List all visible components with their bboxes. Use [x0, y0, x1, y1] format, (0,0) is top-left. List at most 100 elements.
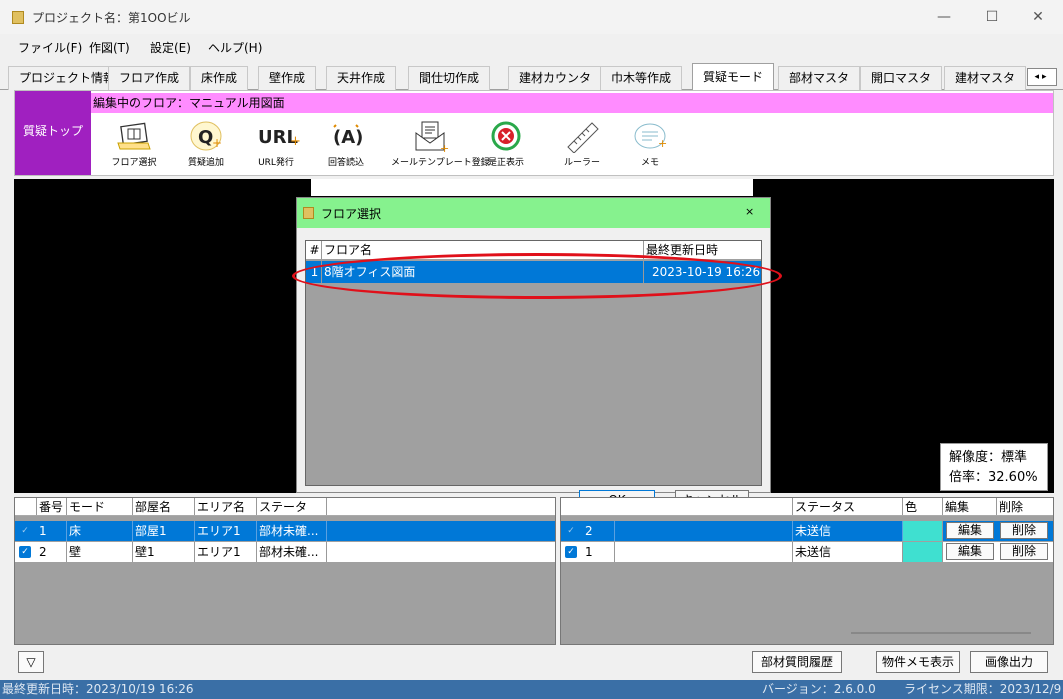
dialog-title: フロア選択: [321, 207, 382, 221]
row-checkbox[interactable]: ✓: [19, 525, 31, 537]
delete-button[interactable]: 削除: [1000, 522, 1048, 539]
floor-banner: 編集中のフロア：マニュアル用図面: [91, 93, 1053, 113]
row-room: 部屋1: [133, 521, 195, 541]
tool-label: フロア選択: [111, 158, 157, 168]
tab-wall[interactable]: 壁作成: [258, 66, 317, 90]
tab-floor-surface[interactable]: 床作成: [190, 66, 249, 90]
row-mode: 床: [67, 521, 133, 541]
row-no: 1: [583, 542, 615, 562]
col-delete: 削除: [999, 500, 1024, 514]
correction-display-tool[interactable]: 是正表示: [467, 117, 545, 175]
answer-load-icon: (A): [326, 119, 366, 153]
tool-label: メールテンプレート登録: [391, 158, 490, 168]
last-updated: 最終更新日時：2023/10/19 16:26: [2, 682, 194, 696]
tool-label: メモ: [640, 158, 659, 168]
edit-button[interactable]: 編集: [946, 543, 994, 560]
memo-tool[interactable]: + メモ: [611, 117, 689, 175]
table-row[interactable]: ✓ 1 床 部屋1 エリア1 部材未確...: [15, 521, 555, 541]
dialog-title-bar: フロア選択 ×: [297, 198, 770, 228]
row-checkbox[interactable]: ✓: [565, 525, 577, 537]
menu-draw[interactable]: 作図(T): [89, 39, 130, 56]
image-output-button[interactable]: 画像出力: [970, 651, 1048, 673]
col-area: エリア名: [195, 498, 257, 515]
col-no: 番号: [37, 498, 67, 515]
tab-floor-create[interactable]: フロア作成: [108, 66, 191, 90]
correction-display-icon: [486, 119, 526, 153]
right-table-header: ステータス 色 編集 削除: [561, 498, 1053, 516]
mail-template-tool[interactable]: + メールテンプレート登録: [391, 117, 490, 175]
question-add-tool[interactable]: Q + 質疑追加: [167, 117, 245, 175]
scale-label: 倍率：32.60%: [949, 470, 1038, 485]
svg-text:+: +: [290, 134, 300, 149]
qa-top-button[interactable]: 質疑トップ: [15, 91, 91, 175]
mail-template-icon: +: [410, 119, 450, 155]
menu-help[interactable]: ヘルプ(H): [208, 39, 262, 56]
tab-baseboard[interactable]: 巾木等作成: [600, 66, 683, 90]
row-color-swatch: [903, 542, 943, 562]
row-checkbox[interactable]: ✓: [565, 546, 577, 558]
row-spacer: [615, 521, 793, 541]
delete-button[interactable]: 削除: [1000, 543, 1048, 560]
tab-scroll-arrows[interactable]: ◂▸: [1027, 68, 1057, 86]
col-room: 部屋名: [133, 498, 195, 515]
answer-load-tool[interactable]: (A) 回答読込: [307, 117, 385, 175]
floor-select-dialog: フロア選択 × # フロア名 最終更新日時 1 8階オフィス図面 2023-10…: [296, 197, 771, 510]
col-mode: モード: [67, 498, 133, 515]
ruler-tool[interactable]: ルーラー: [543, 117, 621, 175]
url-issue-tool[interactable]: URL + URL発行: [237, 117, 315, 175]
close-button[interactable]: ✕: [1015, 0, 1061, 34]
tab-partition[interactable]: 間仕切作成: [408, 66, 491, 90]
table-row[interactable]: ✓ 1 未送信 編集 削除: [561, 542, 1053, 562]
url-issue-icon: URL +: [256, 119, 301, 153]
col-edit: 編集: [943, 498, 997, 515]
horizontal-scrollbar[interactable]: [851, 632, 1031, 634]
maximize-button[interactable]: ☐: [969, 0, 1015, 34]
svg-text:(A): (A): [333, 127, 363, 148]
dialog-close-button[interactable]: ×: [745, 205, 754, 218]
table-row[interactable]: ✓ 2 未送信 編集 削除: [561, 521, 1053, 541]
property-memo-button[interactable]: 物件メモ表示: [876, 651, 960, 673]
tab-part-master[interactable]: 部材マスタ: [778, 66, 861, 90]
floor-select-tool[interactable]: フロア選択: [95, 117, 173, 175]
tab-material-master[interactable]: 建材マスタ: [944, 66, 1027, 90]
col-number: #: [306, 241, 322, 259]
minimize-button[interactable]: —: [921, 0, 967, 34]
tab-ceiling[interactable]: 天井作成: [326, 66, 397, 90]
menu-file[interactable]: ファイル(F): [18, 39, 82, 56]
svg-text:+: +: [212, 136, 222, 150]
col-color: 色: [903, 498, 943, 515]
tab-bar: プロジェクト情報 フロア作成 床作成 壁作成 天井作成 間仕切作成 建材カウンタ…: [0, 62, 1063, 91]
edit-button[interactable]: 編集: [946, 522, 994, 539]
app-icon: [12, 11, 24, 24]
material-question-history-button[interactable]: 部材質問履歴: [752, 651, 842, 673]
qa-list-right: ステータス 色 編集 削除 ✓ 2 未送信 編集 削除 ✓ 1 未送信 編集 削…: [560, 497, 1054, 645]
resolution-label: 解像度：標準: [949, 450, 1028, 465]
col-status: ステータ: [257, 498, 327, 515]
license-expiry: ライセンス期限：2023/12/9 ...: [904, 682, 1063, 696]
menu-settings[interactable]: 設定(E): [150, 39, 191, 56]
tab-material-counter[interactable]: 建材カウンタ: [508, 66, 603, 90]
qa-list-left: 番号 モード 部屋名 エリア名 ステータ ✓ 1 床 部屋1 エリア1 部材未確…: [14, 497, 556, 645]
col-status: ステータス: [793, 498, 903, 515]
row-no: 2: [583, 521, 615, 541]
version: バージョン：2.6.0.0: [762, 682, 876, 696]
tab-opening-master[interactable]: 開口マスタ: [860, 66, 943, 90]
canvas-white-strip: [311, 179, 753, 196]
row-status: 部材未確...: [257, 542, 327, 562]
tool-label: 質疑追加: [187, 158, 224, 168]
question-add-icon: Q +: [186, 119, 226, 153]
expand-button[interactable]: ▽: [18, 651, 44, 673]
row-checkbox[interactable]: ✓: [19, 546, 31, 558]
row-status: 未送信: [793, 542, 903, 562]
tab-qa-mode[interactable]: 質疑モード: [692, 63, 775, 91]
zoom-info: 解像度：標準 倍率：32.60%: [940, 443, 1048, 491]
tool-label: ルーラー: [563, 158, 600, 168]
dialog-app-icon: [303, 207, 314, 219]
menu-bar: ファイル(F) 作図(T) 設定(E) ヘルプ(H): [0, 36, 1063, 58]
svg-text:+: +: [440, 142, 449, 153]
table-row[interactable]: ✓ 2 壁 壁1 エリア1 部材未確...: [15, 542, 555, 562]
qa-toolbar: 質疑トップ 編集中のフロア：マニュアル用図面 フロア選択 Q + 質疑追加 URL…: [14, 90, 1054, 176]
row-room: 壁1: [133, 542, 195, 562]
status-bar: 最終更新日時：2023/10/19 16:26 バージョン：2.6.0.0 ライ…: [0, 680, 1063, 699]
memo-icon: +: [630, 119, 670, 153]
